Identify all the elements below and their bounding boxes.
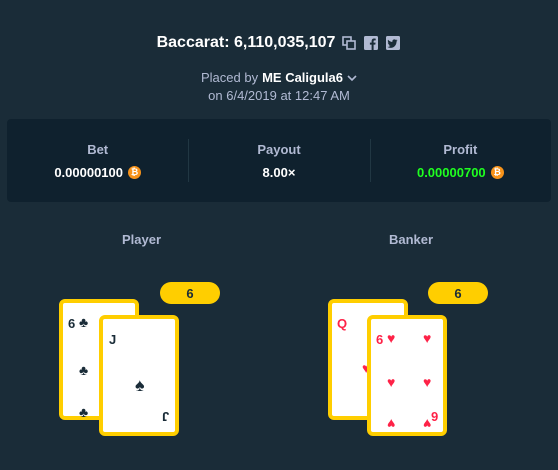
player-card-2: J ♠ J [99, 315, 179, 436]
bet-details-header: Baccarat: 6,110,035,107 Placed by ME Cal… [0, 30, 558, 103]
facebook-icon[interactable] [363, 35, 379, 51]
twitter-icon[interactable] [385, 35, 401, 51]
club-icon: ♣ [79, 314, 89, 330]
bet-stats-panel: Bet 0.00000100 ₿ Payout 8.00× Profit 0.0… [7, 119, 551, 202]
profit-stat: Profit 0.00000700 ₿ [369, 119, 551, 202]
profit-value-row: 0.00000700 ₿ [417, 165, 504, 180]
banker-label: Banker [389, 232, 434, 247]
profit-value: 0.00000700 [416, 164, 486, 180]
profit-label: Profit [443, 141, 478, 157]
heart-icon: ♥ [423, 374, 432, 390]
bet-label: Bet [87, 141, 109, 157]
bet-stat: Bet 0.00000100 ₿ [7, 119, 188, 202]
bet-value: 0.00000100 [54, 164, 123, 180]
page-title: Baccarat: 6,110,035,107 [156, 34, 336, 51]
spade-icon: ♠ [135, 375, 145, 395]
payout-label: Payout [257, 141, 301, 157]
bitcoin-icon: ₿ [128, 165, 141, 179]
bitcoin-icon: ₿ [490, 165, 504, 179]
club-icon: ♣ [79, 362, 89, 378]
title-row: Baccarat: 6,110,035,107 [0, 30, 558, 56]
payout-stat: Payout 8.00× [188, 119, 369, 202]
placed-by-row: Placed by ME Caligula6 [0, 70, 558, 85]
payout-value: 8.00× [262, 164, 296, 180]
copy-icon[interactable] [341, 35, 357, 51]
card-rank: J [161, 409, 169, 424]
heart-icon: ♥ [387, 416, 396, 432]
banker-card-2: 6 ♥ ♥ ♥ ♥ ♥ ♥ 6 [367, 315, 447, 436]
card-rank: J [109, 332, 117, 347]
card-rank: 6 [376, 332, 384, 347]
heart-icon: ♥ [387, 374, 396, 390]
placed-by-label: Placed by [200, 70, 259, 85]
heart-icon: ♥ [423, 330, 432, 346]
heart-icon: ♥ [387, 330, 396, 346]
bet-value-row: 0.00000100 ₿ [54, 165, 141, 180]
bet-date: on 6/4/2019 at 12:47 AM [208, 88, 350, 103]
username-link[interactable]: ME Caligula6 [262, 70, 343, 85]
banker-score-badge: 6 [428, 282, 488, 304]
card-rank: 6 [68, 316, 76, 331]
chevron-down-icon[interactable] [347, 70, 357, 85]
club-icon: ♣ [79, 404, 89, 420]
card-rank: 6 [430, 409, 438, 424]
card-rank: Q [337, 316, 348, 331]
player-label: Player [122, 232, 162, 247]
player-score-badge: 6 [160, 282, 220, 304]
